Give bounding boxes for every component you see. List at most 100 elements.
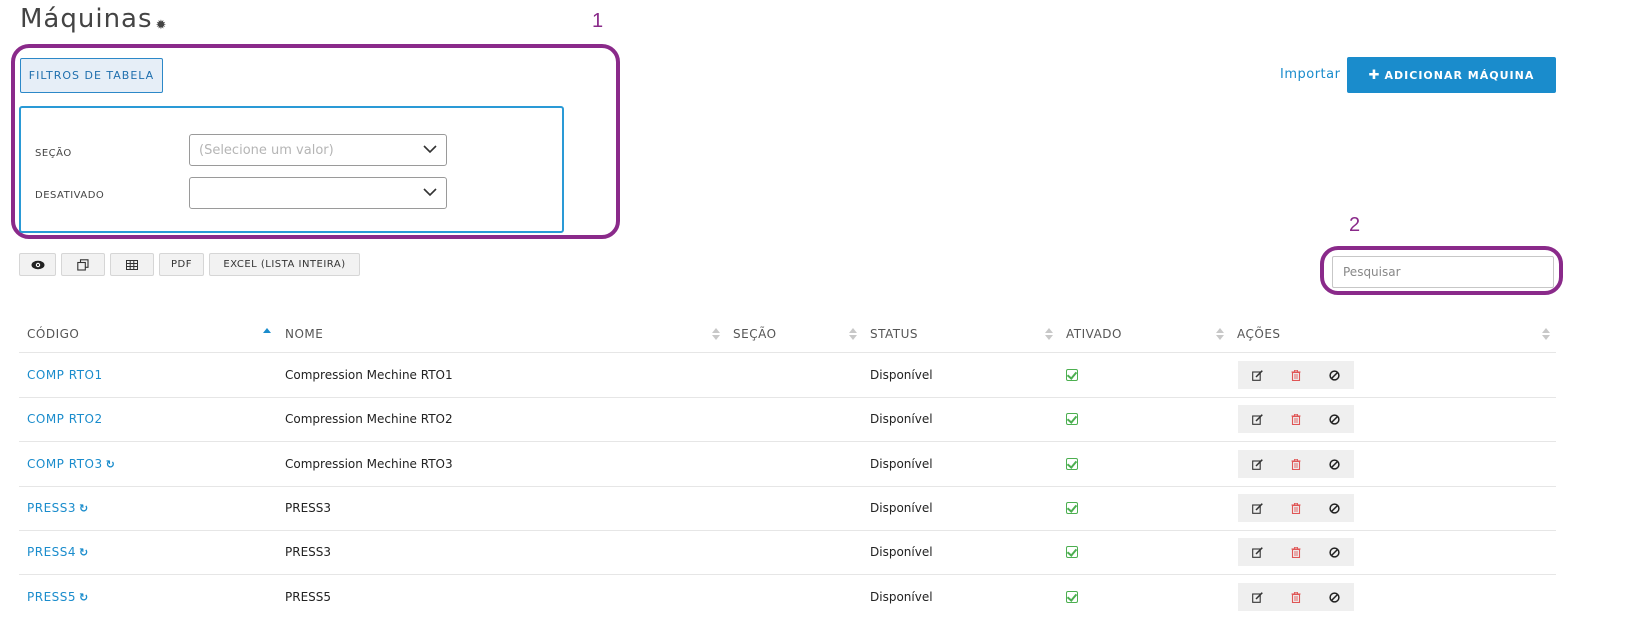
machine-status-cell: Disponível (870, 412, 933, 426)
delete-button[interactable] (1285, 410, 1307, 428)
sort-icon[interactable] (1216, 327, 1224, 341)
add-machine-button[interactable]: ✚ ADICIONAR MÁQUINA (1347, 57, 1556, 93)
edit-icon (1251, 458, 1263, 470)
table-filters-button[interactable]: FILTROS DE TABELA (20, 58, 163, 93)
disable-button[interactable] (1324, 543, 1346, 561)
trash-icon (1291, 413, 1301, 425)
edit-button[interactable] (1246, 455, 1268, 473)
sort-icon[interactable] (1542, 327, 1550, 341)
sort-ascending-icon[interactable] (263, 327, 271, 341)
refresh-icon: ↻ (79, 591, 89, 604)
trash-icon (1291, 591, 1301, 603)
sort-icon[interactable] (712, 327, 720, 341)
machine-status-cell: Disponível (870, 501, 933, 515)
edit-button[interactable] (1246, 410, 1268, 428)
delete-button[interactable] (1285, 543, 1307, 561)
machine-code-link[interactable]: PRESS4 (27, 545, 76, 559)
machine-status-cell: Disponível (870, 457, 933, 471)
edit-button[interactable] (1246, 543, 1268, 561)
delete-button[interactable] (1285, 455, 1307, 473)
trash-icon (1291, 546, 1301, 558)
column-header-code[interactable]: CÓDIGO (27, 327, 79, 341)
refresh-icon: ↻ (79, 546, 89, 559)
row-divider (19, 530, 1556, 531)
check-square-icon (1066, 413, 1078, 425)
excel-button[interactable]: EXCEL (LISTA INTEIRA) (209, 253, 360, 276)
filter-panel: SEÇÃO (Selecione um valor) DESATIVADO (19, 106, 564, 233)
check-square-icon (1066, 458, 1078, 470)
disable-button[interactable] (1324, 366, 1346, 384)
row-divider (19, 486, 1556, 487)
machine-code-cell: COMP RTO1 (27, 368, 103, 382)
column-header-section[interactable]: SEÇÃO (733, 327, 777, 341)
section-select[interactable]: (Selecione um valor) (189, 134, 447, 166)
machine-name-cell: Compression Mechine RTO1 (285, 368, 453, 382)
machine-name-cell: Compression Mechine RTO2 (285, 412, 453, 426)
annotation-number-2: 2 (1349, 214, 1361, 236)
machine-name-cell: Compression Mechine RTO3 (285, 457, 453, 471)
chevron-down-icon (423, 188, 437, 197)
section-select-placeholder: (Selecione um valor) (199, 142, 334, 158)
edit-button[interactable] (1246, 588, 1268, 606)
check-square-icon (1066, 369, 1078, 381)
machine-code-cell: PRESS3 ↻ (27, 501, 88, 515)
row-divider (19, 441, 1556, 442)
row-actions (1238, 583, 1354, 611)
csv-button[interactable] (110, 253, 154, 276)
edit-icon (1251, 369, 1263, 381)
filter-label-section: SEÇÃO (35, 148, 72, 159)
machine-code-link[interactable]: COMP RTO1 (27, 368, 103, 382)
edit-icon (1251, 502, 1263, 514)
machine-status-cell: Disponível (870, 545, 933, 559)
machine-code-link[interactable]: PRESS5 (27, 590, 76, 604)
machine-status-cell: Disponível (870, 368, 933, 382)
column-header-active[interactable]: ATIVADO (1066, 327, 1122, 341)
disable-button[interactable] (1324, 499, 1346, 517)
chevron-down-icon (423, 145, 437, 154)
disabled-select[interactable] (189, 177, 447, 209)
edit-button[interactable] (1246, 499, 1268, 517)
row-actions (1238, 494, 1354, 522)
trash-icon (1291, 369, 1301, 381)
row-actions (1238, 405, 1354, 433)
sort-icon[interactable] (1045, 327, 1053, 341)
delete-button[interactable] (1285, 366, 1307, 384)
machine-name-cell: PRESS3 (285, 501, 332, 515)
disable-button[interactable] (1324, 410, 1346, 428)
check-square-icon (1066, 502, 1078, 514)
copy-button[interactable] (61, 253, 105, 276)
search-input[interactable] (1332, 256, 1554, 288)
column-header-status[interactable]: STATUS (870, 327, 918, 341)
edit-icon (1251, 591, 1263, 603)
check-square-icon (1066, 591, 1078, 603)
page-title: Máquinas ✹ (20, 4, 167, 34)
delete-button[interactable] (1285, 499, 1307, 517)
machine-code-cell: COMP RTO2 (27, 412, 103, 426)
pdf-button[interactable]: PDF (159, 253, 204, 276)
edit-icon (1251, 546, 1263, 558)
machine-name-cell: PRESS3 (285, 545, 332, 559)
edit-button[interactable] (1246, 366, 1268, 384)
delete-button[interactable] (1285, 588, 1307, 606)
disable-button[interactable] (1324, 455, 1346, 473)
edit-icon (1251, 413, 1263, 425)
machine-code-link[interactable]: COMP RTO3 (27, 457, 103, 471)
machine-status-cell: Disponível (870, 590, 933, 604)
import-link[interactable]: Importar (1280, 67, 1340, 82)
filter-label-disabled: DESATIVADO (35, 190, 105, 201)
machine-code-link[interactable]: PRESS3 (27, 501, 76, 515)
ban-icon (1329, 502, 1340, 514)
gear-icon[interactable]: ✹ (156, 18, 168, 33)
table-icon (126, 259, 138, 270)
ban-icon (1329, 413, 1340, 425)
disable-button[interactable] (1324, 588, 1346, 606)
ban-icon (1329, 546, 1340, 558)
trash-icon (1291, 458, 1301, 470)
check-square-icon (1066, 546, 1078, 558)
column-visibility-button[interactable] (19, 253, 56, 276)
ban-icon (1329, 591, 1340, 603)
machine-code-link[interactable]: COMP RTO2 (27, 412, 103, 426)
column-header-name[interactable]: NOME (285, 327, 323, 341)
add-machine-label: ADICIONAR MÁQUINA (1384, 68, 1535, 82)
sort-icon[interactable] (849, 327, 857, 341)
